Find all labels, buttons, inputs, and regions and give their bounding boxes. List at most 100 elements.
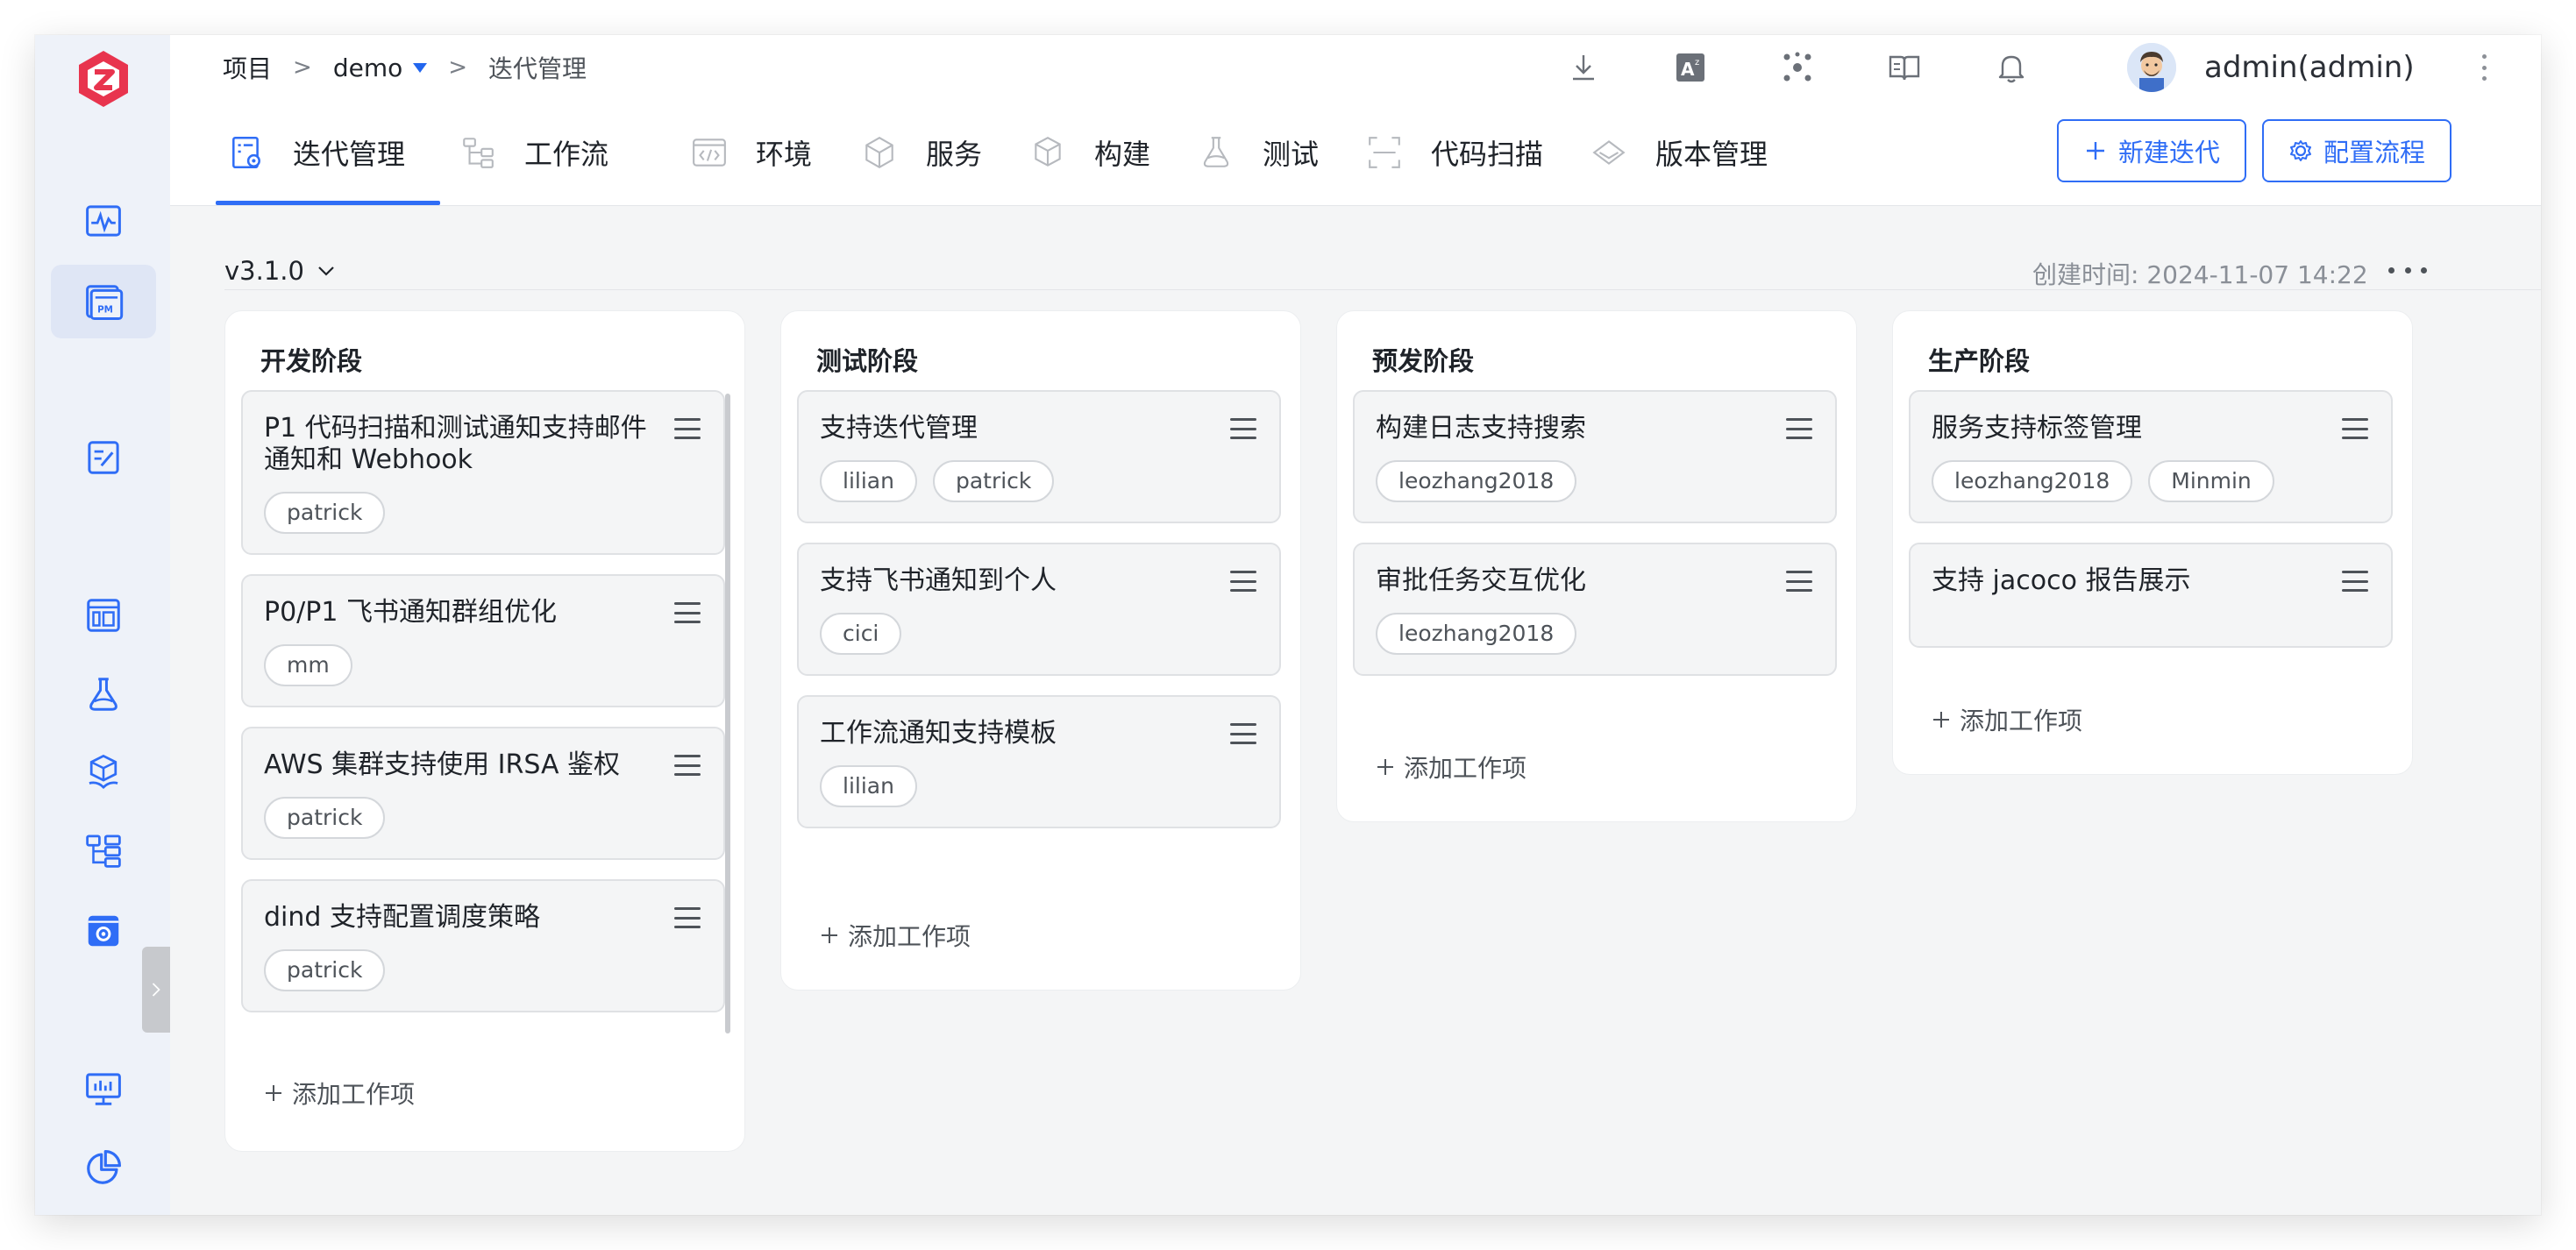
sidebar-item-overview[interactable] [51,184,156,258]
tab-test[interactable]: 测试 [1198,100,1319,205]
tab-label: 构建 [1094,138,1151,171]
drag-handle-icon[interactable] [674,602,701,623]
nav-tabs: 迭代管理 工作流 环境 服务 构建 测试 代码扫描 版本管理 新建迭代 配置流程 [170,100,2541,206]
work-item-card[interactable]: 审批任务交互优化 leozhang2018 [1353,543,1837,676]
sidebar-item-monitor[interactable] [51,1052,156,1126]
tab-code-scan[interactable]: 代码扫描 [1366,100,1543,205]
user-menu[interactable]: admin(admin) [2127,35,2415,100]
drag-handle-icon[interactable] [1786,571,1812,592]
sidebar-item-testing[interactable] [51,657,156,731]
card-list: 支持迭代管理 lilian patrick 支持飞书通知到个人 cici 工作流… [797,390,1281,848]
assignee-tags: leozhang2018 [1376,460,1774,504]
assignee-tags: patrick [264,492,662,536]
work-item-card[interactable]: P1 代码扫描和测试通知支持邮件通知和 Webhook patrick [241,390,725,555]
sidebar-item-settings[interactable] [51,894,156,968]
plus-icon [2086,142,2104,160]
assignee-tag: leozhang2018 [1932,460,2133,502]
edit-doc-icon [88,441,119,474]
pie-chart-icon [87,1149,122,1184]
caret-down-icon[interactable] [413,62,428,73]
tab-environment[interactable]: 环境 [691,100,812,205]
work-item-card[interactable]: AWS 集群支持使用 IRSA 鉴权 patrick [241,727,725,860]
more-vertical-icon[interactable] [2471,54,2497,81]
drag-handle-icon[interactable] [1230,418,1256,439]
plus-icon [1933,712,1949,728]
scrollbar[interactable] [725,394,730,1033]
work-item-card[interactable]: 支持迭代管理 lilian patrick [797,390,1281,523]
card-title: 支持飞书通知到个人 [820,565,1057,596]
top-icon-group: Az [1564,35,2099,100]
assignee-tag: Minmin [2148,460,2274,502]
work-item-card[interactable]: P0/P1 飞书通知群组优化 mm [241,574,725,707]
assignee-tag: lilian [820,460,917,502]
card-title: P0/P1 飞书通知群组优化 [264,597,557,628]
breadcrumb-separator: > [448,54,468,81]
work-item-card[interactable]: 服务支持标签管理 leozhang2018 Minmin [1909,390,2393,523]
sidebar-item-dashboard[interactable] [51,579,156,652]
bell-icon[interactable] [1992,48,2031,87]
work-item-card[interactable]: 支持飞书通知到个人 cici [797,543,1281,676]
drag-handle-icon[interactable] [674,418,701,439]
column-title: 开发阶段 [260,346,363,376]
sidebar-item-docs[interactable] [51,421,156,494]
drag-handle-icon[interactable] [2342,571,2368,592]
work-item-card[interactable]: 构建日志支持搜索 leozhang2018 [1353,390,1837,523]
version-selector[interactable]: v3.1.0 [224,256,338,286]
tab-service[interactable]: 服务 [861,100,982,205]
translate-icon[interactable]: Az [1671,48,1710,87]
avatar[interactable] [2127,43,2176,92]
tab-version[interactable]: 版本管理 [1590,100,1768,205]
assignee-tags: mm [264,644,662,688]
drag-handle-icon[interactable] [674,907,701,928]
sidebar-item-pm[interactable]: PM [51,265,156,338]
version-label: v3.1.0 [224,256,304,286]
network-icon[interactable] [1778,48,1817,87]
plus-icon [1377,759,1393,775]
sidebar-item-structure[interactable] [51,813,156,887]
breadcrumb-root[interactable]: 项目 [223,50,272,85]
flask-icon [1203,137,1229,167]
assignee-tag: mm [264,644,352,686]
assignee-tag: patrick [932,460,1055,502]
card-title: 工作流通知支持模板 [820,718,1057,749]
drag-handle-icon[interactable] [2342,418,2368,439]
breadcrumb-project[interactable]: demo [333,53,402,82]
tab-iteration[interactable]: 迭代管理 [228,100,405,205]
sidebar-collapse-button[interactable] [142,947,170,1033]
assignee-tags: leozhang2018 Minmin [1932,460,2330,504]
drag-handle-icon[interactable] [674,755,701,776]
username[interactable]: admin(admin) [2204,50,2415,85]
app-window: PM 项目 > demo > 迭代管理 A z admin(admin) 迭代管… [35,35,2541,1215]
tab-label: 测试 [1263,138,1320,171]
assignee-tags: patrick [264,949,662,993]
sidebar-item-analytics[interactable] [51,1131,156,1204]
add-work-item-button[interactable]: 添加工作项 [262,1076,415,1111]
tab-label: 服务 [926,138,983,171]
work-item-card[interactable]: 支持 jacoco 报告展示 [1909,543,2393,648]
book-icon[interactable] [1885,48,1924,87]
scan-icon [1369,137,1400,168]
drag-handle-icon[interactable] [1786,418,1812,439]
assignee-tags: lilian [820,765,1218,809]
card-title: 构建日志支持搜索 [1376,413,1586,444]
more-horizontal-icon[interactable] [2388,259,2427,281]
config-flow-button[interactable]: 配置流程 [2262,119,2451,182]
zadig-logo-icon[interactable] [72,47,135,110]
assignee-tag: cici [820,613,902,655]
add-work-item-button[interactable]: 添加工作项 [818,918,971,953]
add-work-item-button[interactable]: 添加工作项 [1374,749,1526,785]
new-iteration-button[interactable]: 新建迭代 [2057,119,2246,182]
workflow-icon [463,138,494,168]
sidebar-item-delivery[interactable] [51,736,156,810]
work-item-card[interactable]: 工作流通知支持模板 lilian [797,695,1281,828]
work-item-card[interactable]: dind 支持配置调度策略 patrick [241,879,725,1012]
tab-build[interactable]: 构建 [1029,100,1150,205]
card-title: 支持 jacoco 报告展示 [1932,565,2191,596]
download-icon[interactable] [1564,48,1603,87]
tab-label: 代码扫描 [1431,138,1544,171]
config-flow-label: 配置流程 [2323,138,2425,167]
tab-workflow[interactable]: 工作流 [459,100,608,205]
drag-handle-icon[interactable] [1230,723,1256,744]
drag-handle-icon[interactable] [1230,571,1256,592]
add-work-item-button[interactable]: 添加工作项 [1930,702,2082,737]
